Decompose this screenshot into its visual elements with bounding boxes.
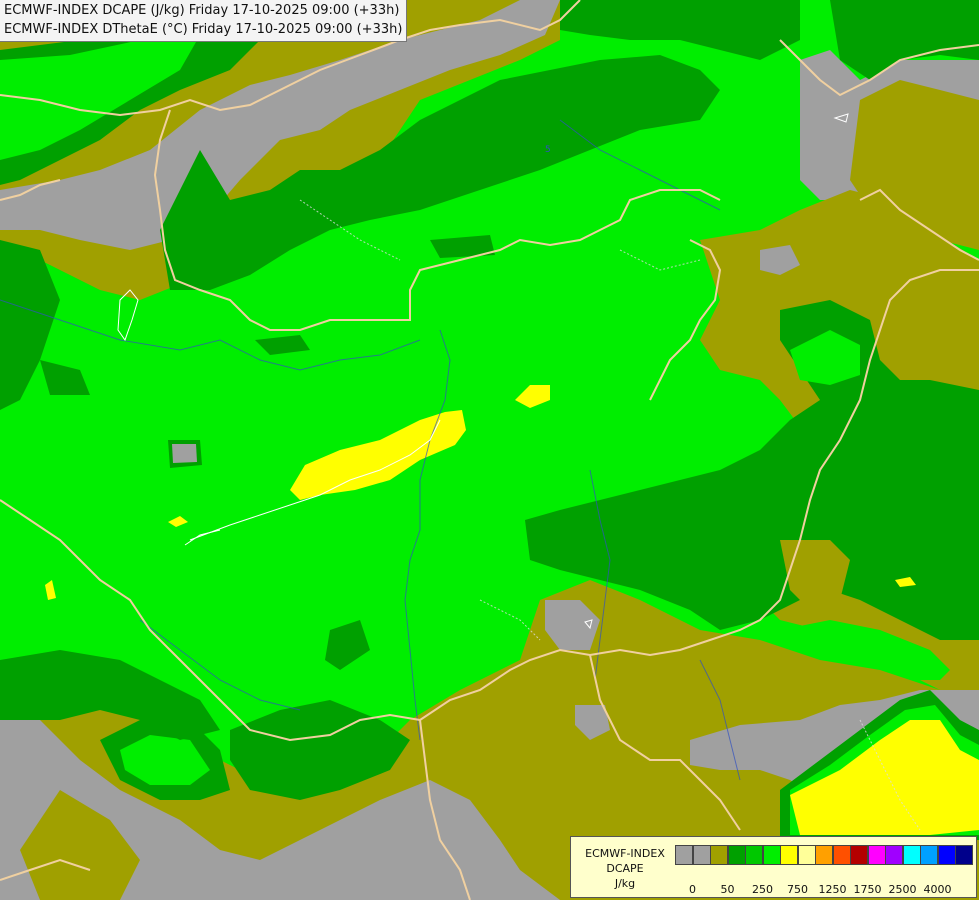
weather-map: 5 <box>0 0 979 900</box>
title-dcape: ECMWF-INDEX DCAPE (J/kg) Friday 17-10-20… <box>4 3 400 18</box>
contour-label: 5 <box>545 145 551 155</box>
legend-title-line-2: DCAPE <box>606 862 644 875</box>
legend-swatch <box>762 845 781 865</box>
legend-swatch <box>780 845 798 865</box>
legend-swatch <box>920 845 938 865</box>
color-legend: ECMWF-INDEX DCAPE J/kg 0 50 250 750 1250 1750… <box>570 836 977 898</box>
legend-swatch <box>710 845 728 865</box>
legend-swatch <box>692 845 711 865</box>
legend-swatch <box>885 845 903 865</box>
legend-swatch <box>937 845 956 865</box>
title-dthetae: ECMWF-INDEX DThetaE (°C) Friday 17-10-20… <box>4 22 403 37</box>
legend-tick-label: 1750 <box>853 883 882 896</box>
legend-swatch <box>850 845 868 865</box>
legend-title-line-1: ECMWF-INDEX <box>585 847 665 860</box>
zone-gray-island-a <box>172 444 197 463</box>
legend-swatch <box>675 845 693 865</box>
legend-tick-label: 4000 <box>923 883 952 896</box>
legend-swatch <box>867 845 886 865</box>
legend-tick-label: 750 <box>787 883 808 896</box>
legend-tick-label: 1250 <box>818 883 847 896</box>
legend-swatch <box>832 845 851 865</box>
legend-title-line-3: J/kg <box>614 877 636 890</box>
legend-swatch <box>797 845 816 865</box>
map-title-box: ECMWF-INDEX DCAPE (J/kg) Friday 17-10-20… <box>0 0 408 42</box>
legend-tick-label: 50 <box>720 883 735 896</box>
legend-swatch <box>955 845 973 865</box>
legend-swatch <box>727 845 746 865</box>
legend-swatch <box>815 845 833 865</box>
legend-title: ECMWF-INDEX DCAPE J/kg <box>575 846 675 891</box>
legend-swatch <box>745 845 763 865</box>
legend-tick-label: 0 <box>689 883 696 896</box>
legend-swatch <box>902 845 921 865</box>
legend-tick-label: 250 <box>752 883 773 896</box>
legend-tick-label: 2500 <box>888 883 917 896</box>
